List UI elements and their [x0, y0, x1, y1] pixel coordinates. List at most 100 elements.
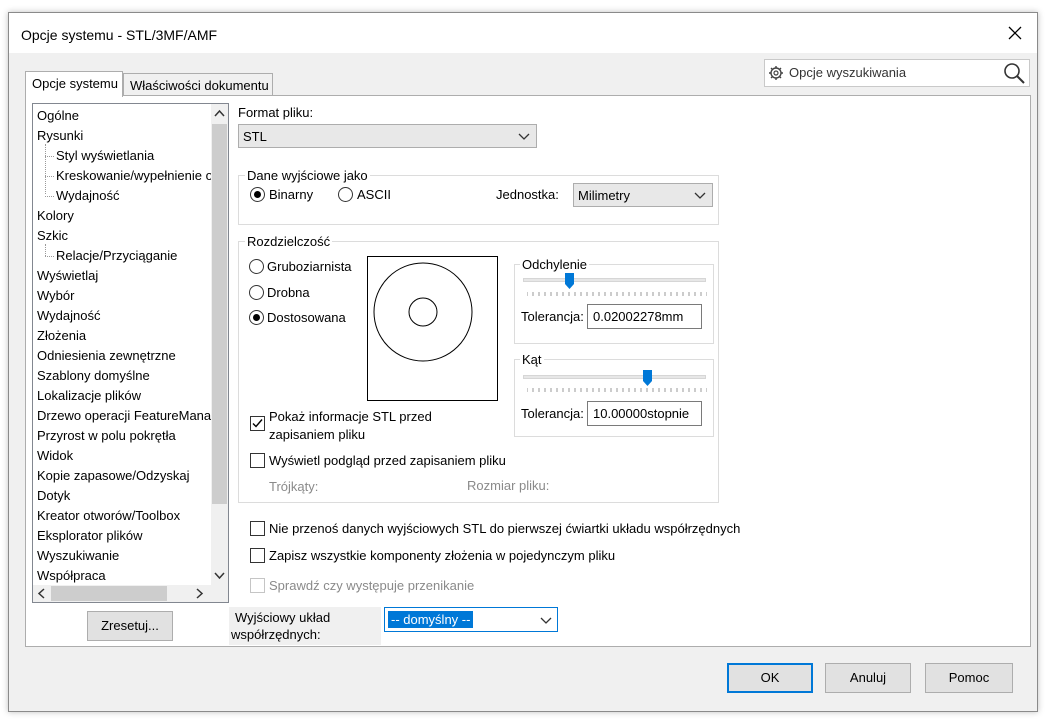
check-interference-label: Sprawdź czy występuje przenikanie	[269, 578, 475, 593]
tree-horizontal-scrollbar[interactable]	[33, 585, 213, 602]
deviation-slider-thumb[interactable]	[564, 273, 574, 289]
format-select[interactable]: STL	[238, 124, 537, 148]
search-box[interactable]	[764, 59, 1030, 87]
tree-item-colors[interactable]: Kolory	[37, 206, 74, 226]
no-first-quadrant-checkbox[interactable]	[250, 521, 265, 536]
tree-item-drawings[interactable]: Rysunki	[37, 126, 83, 146]
horizontal-scroll-thumb[interactable]	[51, 586, 167, 601]
gear-icon[interactable]	[768, 65, 784, 81]
angle-slider-ticks	[527, 388, 707, 392]
save-all-components-label: Zapisz wszystkie komponenty złożenia w p…	[269, 548, 616, 563]
tab-label: Opcje systemu	[32, 76, 118, 91]
tree-item-display[interactable]: Wyświetlaj	[37, 266, 98, 286]
help-button[interactable]: Pomoc	[925, 663, 1013, 693]
chevron-down-icon[interactable]	[214, 572, 225, 580]
tab-label: Właściwości dokumentu	[130, 78, 269, 93]
deviation-legend: Odchylenie	[520, 257, 590, 272]
show-stl-info-checkbox[interactable]	[250, 416, 265, 431]
cancel-button[interactable]: Anuluj	[825, 663, 911, 693]
tree-item-display-style[interactable]: Styl wyświetlania	[56, 146, 154, 166]
resolution-legend: Rozdzielczość	[245, 234, 333, 249]
tree-item-relations[interactable]: Relacje/Przyciąganie	[56, 246, 177, 266]
tree-item-external-references[interactable]: Odniesienia zewnętrzne	[37, 346, 176, 366]
unit-label: Jednostka:	[496, 187, 559, 202]
chevron-up-icon[interactable]	[214, 109, 225, 117]
tab-document-properties[interactable]: Właściwości dokumentu	[123, 73, 273, 97]
tree-item-general[interactable]: Ogólne	[37, 106, 79, 126]
resolution-preview-image	[367, 256, 498, 401]
tree-item-assemblies[interactable]: Złożenia	[37, 326, 86, 346]
coord-label-line1: Wyjściowy układ	[235, 610, 331, 625]
coord-select[interactable]: -- domyślny --	[384, 607, 558, 632]
ascii-radio[interactable]	[338, 187, 353, 202]
tree-item-file-locations[interactable]: Lokalizacje plików	[37, 386, 141, 406]
chevron-down-icon	[694, 192, 706, 199]
preview-checkbox[interactable]	[250, 453, 265, 468]
chevron-down-icon	[518, 133, 530, 140]
save-all-components-checkbox[interactable]	[250, 548, 265, 563]
deviation-slider-track[interactable]	[523, 278, 706, 282]
show-stl-info-label-line1: Pokaż informacje STL przed	[269, 409, 432, 424]
options-tree[interactable]: Ogólne Rysunki Styl wyświetlania Kreskow…	[32, 103, 229, 603]
title-bar: Opcje systemu - STL/3MF/AMF	[9, 13, 1037, 53]
deviation-slider-ticks	[527, 292, 707, 296]
tree-item-selection[interactable]: Wybór	[37, 286, 74, 306]
tree-item-drawing-performance[interactable]: Wydajność	[56, 186, 119, 206]
custom-radio[interactable]	[249, 310, 264, 325]
file-size-label: Rozmiar pliku:	[467, 478, 550, 493]
tree-vertical-scrollbar[interactable]	[211, 104, 228, 586]
triangles-label: Trójkąty:	[269, 479, 319, 494]
tree-item-collaboration[interactable]: Współpraca	[37, 566, 106, 586]
binary-label: Binarny	[269, 187, 314, 202]
checkmark-icon	[252, 419, 263, 428]
tree-item-search[interactable]: Wyszukiwanie	[37, 546, 119, 566]
chevron-right-icon[interactable]	[196, 588, 204, 599]
ok-button[interactable]: OK	[727, 663, 813, 693]
fine-label: Drobna	[267, 285, 310, 300]
tab-system-options[interactable]: Opcje systemu	[25, 71, 123, 97]
ascii-label: ASCII	[357, 187, 391, 202]
window-title: Opcje systemu - STL/3MF/AMF	[21, 27, 218, 43]
tree-item-spin-box[interactable]: Przyrost w polu pokrętła	[37, 426, 176, 446]
vertical-scroll-thumb[interactable]	[212, 124, 227, 504]
coarse-label: Gruboziarnista	[267, 259, 352, 274]
angle-legend: Kąt	[520, 352, 544, 367]
tree-item-hatching[interactable]: Kreskowanie/wypełnienie o	[56, 166, 213, 186]
binary-radio[interactable]	[250, 187, 265, 202]
reset-button[interactable]: Zresetuj...	[87, 611, 173, 641]
preview-label: Wyświetl podgląd przed zapisaniem pliku	[269, 453, 506, 468]
tree-item-backup[interactable]: Kopie zapasowe/Odzyskaj	[37, 466, 189, 486]
coord-label-line2: współrzędnych:	[231, 627, 321, 642]
tree-item-default-templates[interactable]: Szablony domyślne	[37, 366, 150, 386]
options-dialog: Opcje systemu - STL/3MF/AMF Opcje system…	[8, 12, 1038, 712]
format-select-value: STL	[243, 129, 267, 144]
tree-item-view[interactable]: Widok	[37, 446, 73, 466]
search-input[interactable]	[787, 64, 987, 81]
no-first-quadrant-label: Nie przenoś danych wyjściowych STL do pi…	[269, 521, 741, 536]
search-icon[interactable]	[1002, 62, 1026, 84]
angle-slider-track[interactable]	[523, 375, 706, 379]
coarse-radio[interactable]	[249, 259, 264, 274]
chevron-down-icon	[540, 617, 552, 624]
chevron-left-icon[interactable]	[37, 588, 45, 599]
output-legend: Dane wyjściowe jako	[245, 168, 370, 183]
tree-item-sketch[interactable]: Szkic	[37, 226, 68, 246]
tree-item-performance[interactable]: Wydajność	[37, 306, 100, 326]
deviation-tolerance-label: Tolerancja:	[521, 309, 584, 324]
fine-radio[interactable]	[249, 285, 264, 300]
angle-slider-thumb[interactable]	[643, 370, 653, 386]
tree-item-file-explorer[interactable]: Eksplorator plików	[37, 526, 143, 546]
tree-item-featuremanager[interactable]: Drzewo operacji FeatureMana	[37, 406, 211, 426]
tree-item-touch[interactable]: Dotyk	[37, 486, 70, 506]
unit-select-value: Milimetry	[578, 188, 630, 203]
custom-label: Dostosowana	[267, 310, 346, 325]
tree-item-hole-wizard[interactable]: Kreator otworów/Toolbox	[37, 506, 180, 526]
coord-select-value: -- domyślny --	[388, 611, 474, 628]
angle-tolerance-input[interactable]: 10.00000stopnie	[587, 401, 702, 426]
show-stl-info-label-line2: zapisaniem pliku	[269, 427, 366, 442]
close-icon[interactable]	[1005, 23, 1025, 43]
deviation-tolerance-input[interactable]: 0.02002278mm	[587, 304, 702, 329]
unit-select[interactable]: Milimetry	[573, 183, 713, 207]
check-interference-checkbox[interactable]	[250, 578, 265, 593]
angle-tolerance-label: Tolerancja:	[521, 406, 584, 421]
